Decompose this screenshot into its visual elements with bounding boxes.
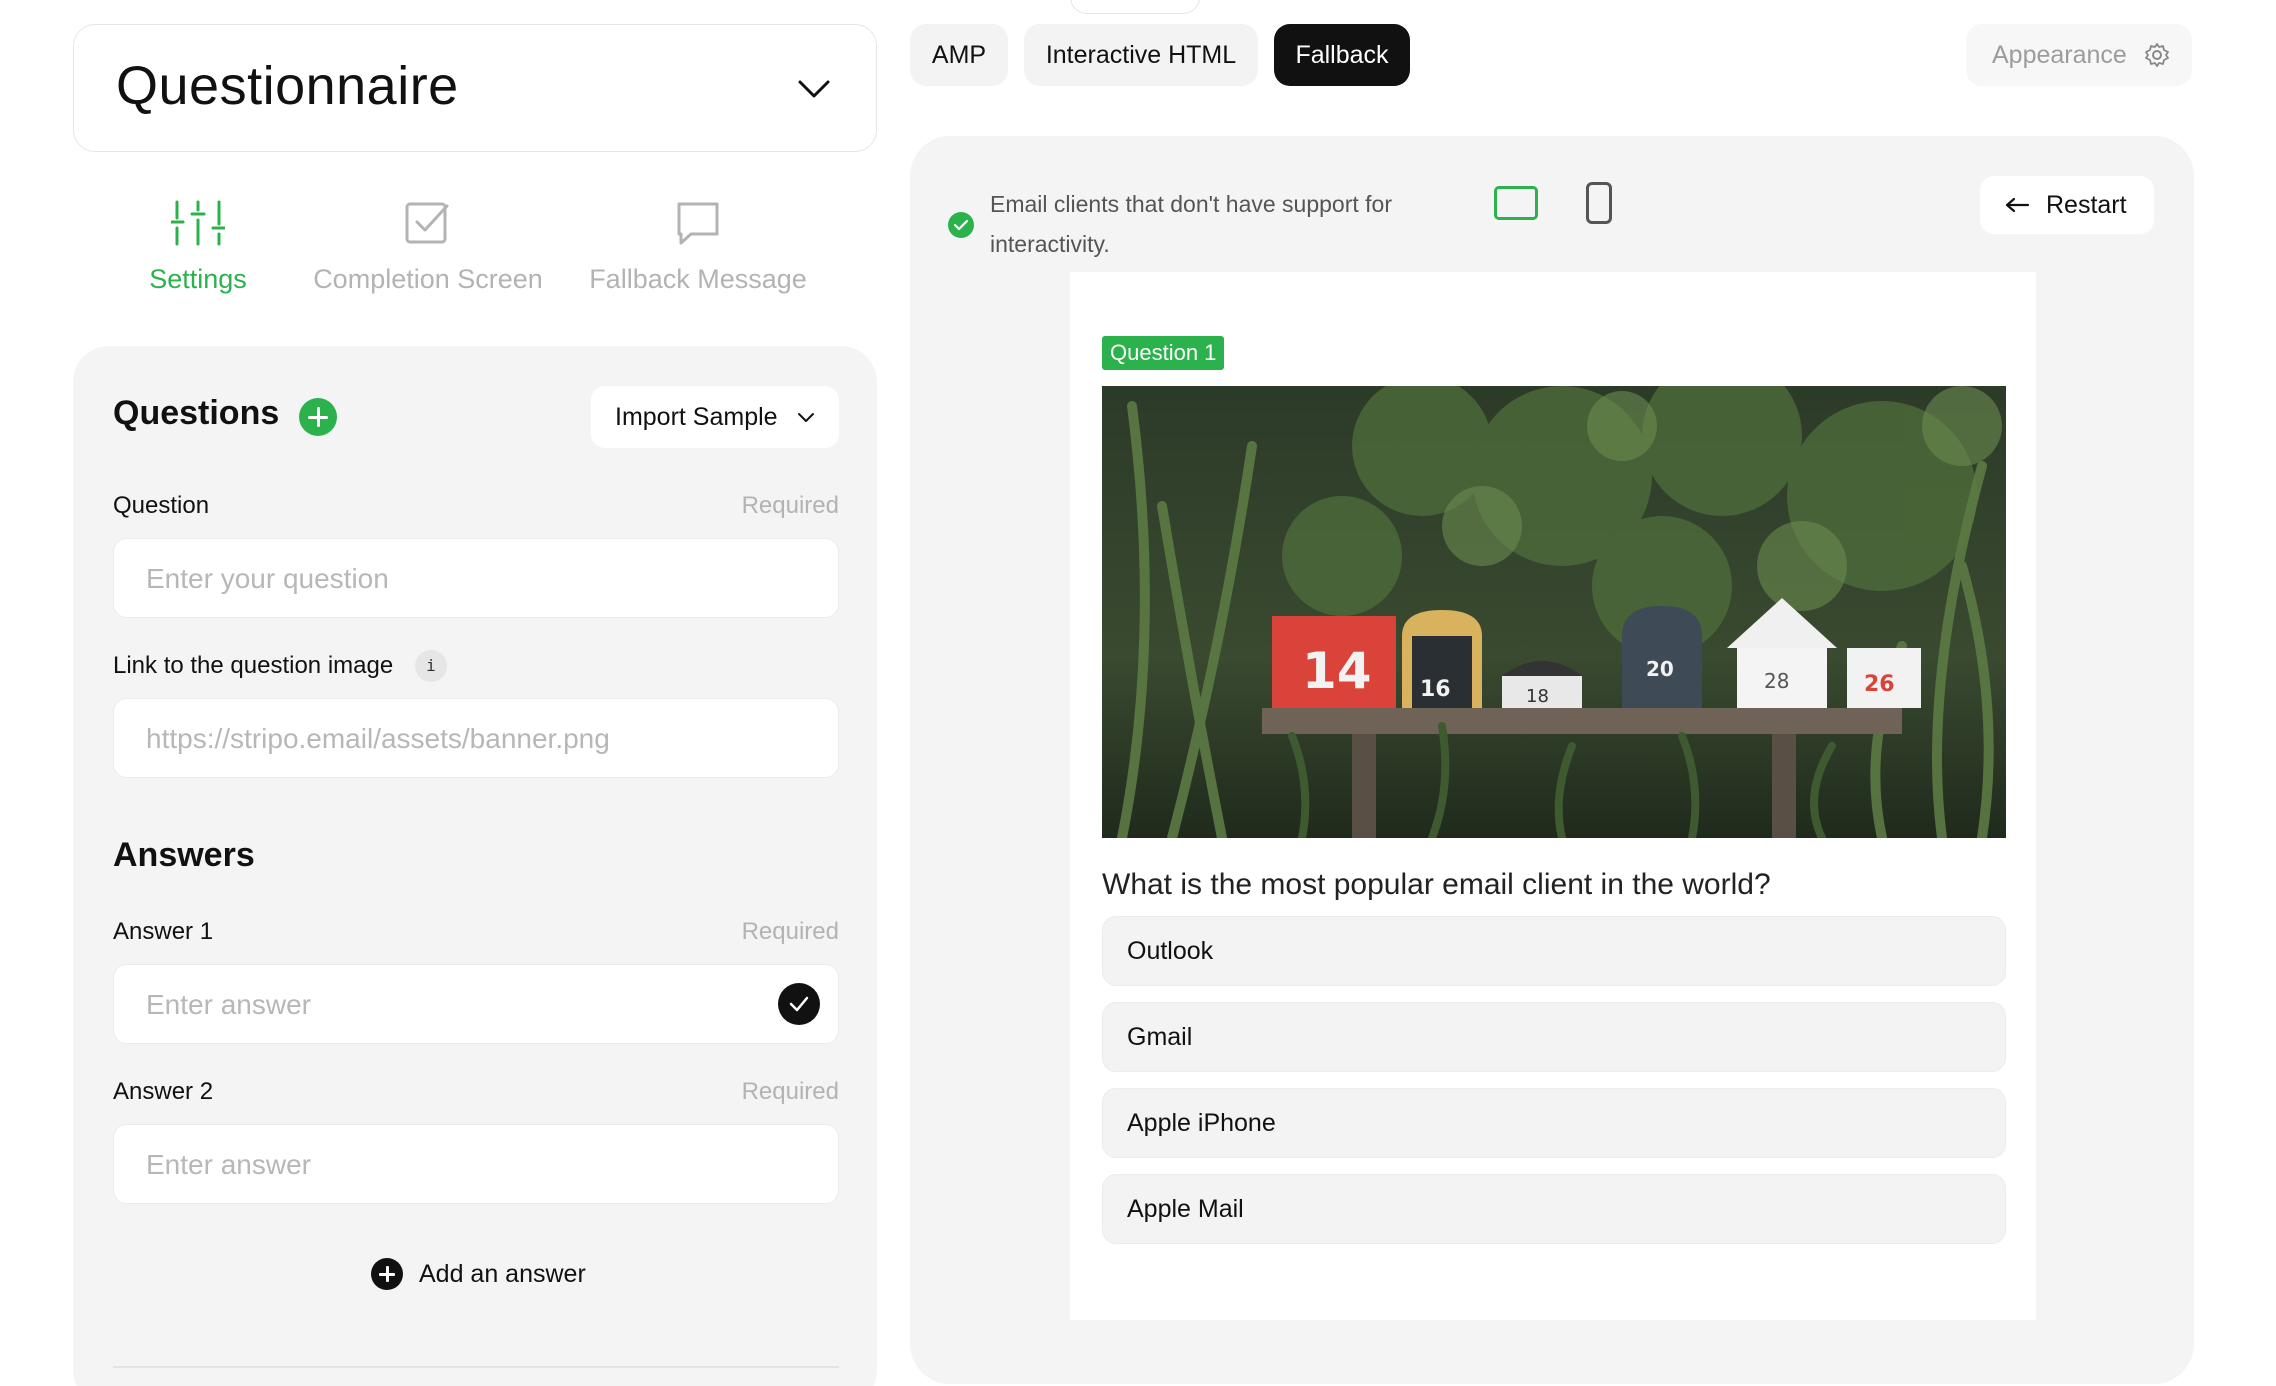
mailbox-number: 16 <box>1420 677 1451 702</box>
mailbox-number: 28 <box>1764 669 1789 693</box>
restart-label: Restart <box>2046 190 2127 219</box>
question-label: Question <box>113 492 210 519</box>
top-pill[interactable] <box>1070 0 1200 14</box>
answer-option[interactable]: Outlook <box>1102 916 2006 986</box>
question-placeholder: Enter your question <box>146 563 389 594</box>
answer-2-input[interactable]: Enter answer <box>113 1124 839 1204</box>
tab-settings-label: Settings <box>149 264 247 294</box>
sliders-icon <box>171 200 225 246</box>
info-icon[interactable]: i <box>415 650 447 682</box>
answer-option[interactable]: Apple Mail <box>1102 1174 2006 1244</box>
image-link-placeholder: https://stripo.email/assets/banner.png <box>146 723 610 754</box>
correct-answer-check-icon[interactable] <box>778 983 820 1025</box>
answer-option-label: Apple Mail <box>1127 1194 1244 1223</box>
appearance-label: Appearance <box>1992 40 2127 69</box>
arrow-left-icon <box>2005 197 2030 213</box>
mode-interactive-html-button[interactable]: Interactive HTML <box>1024 24 1258 86</box>
message-icon <box>677 202 719 245</box>
widget-title: Questionnaire <box>116 56 459 116</box>
tab-completion-label: Completion Screen <box>313 264 543 294</box>
answers-heading: Answers <box>113 836 255 874</box>
tab-completion-screen[interactable]: Completion Screen <box>303 196 553 295</box>
mailbox-number: 14 <box>1302 642 1372 700</box>
image-link-input[interactable]: https://stripo.email/assets/banner.png <box>113 698 839 778</box>
answer-2-required: Required <box>741 1078 839 1105</box>
image-link-label: Link to the question image <box>113 652 394 679</box>
chevron-down-icon <box>798 413 814 422</box>
answer-option-label: Outlook <box>1127 936 1214 965</box>
add-question-icon[interactable] <box>299 398 337 436</box>
mode-amp-label: AMP <box>931 40 987 69</box>
add-answer-button[interactable]: Add an answer <box>371 1258 586 1290</box>
settings-tabs: Settings Completion Screen Fallback Mess… <box>73 196 877 306</box>
tab-settings[interactable]: Settings <box>143 196 253 295</box>
question-required: Required <box>741 492 839 519</box>
answer-option[interactable]: Apple iPhone <box>1102 1088 2006 1158</box>
questions-heading: Questions <box>113 394 280 432</box>
plus-icon <box>371 1258 403 1290</box>
answer-1-required: Required <box>741 918 839 945</box>
widget-type-select[interactable]: Questionnaire <box>73 24 877 152</box>
answer-1-label: Answer 1 <box>113 918 214 945</box>
question-input[interactable]: Enter your question <box>113 538 839 618</box>
import-sample-button[interactable]: Import Sample <box>591 386 839 448</box>
chevron-down-icon <box>798 80 830 98</box>
mobile-view-icon[interactable] <box>1586 182 1612 224</box>
mode-interactive-html-label: Interactive HTML <box>1045 40 1237 69</box>
email-preview-card: Question 1 14 16 18 20 28 26 What is the… <box>1070 272 2036 1320</box>
checkbox-icon <box>405 202 449 244</box>
import-sample-label: Import Sample <box>615 402 778 431</box>
preview-panel: Email clients that don't have support fo… <box>910 136 2194 1384</box>
mode-fallback-label: Fallback <box>1295 40 1389 69</box>
add-answer-label: Add an answer <box>419 1259 586 1288</box>
mailbox-number: 18 <box>1526 686 1549 707</box>
divider <box>113 1366 839 1368</box>
preview-question-text: What is the most popular email client in… <box>1102 868 1771 901</box>
mailbox-number: 20 <box>1646 657 1674 681</box>
fallback-notice: Email clients that don't have support fo… <box>990 191 1392 257</box>
mode-amp-button[interactable]: AMP <box>910 24 1008 86</box>
answer-option[interactable]: Gmail <box>1102 1002 2006 1072</box>
tab-fallback-message[interactable]: Fallback Message <box>573 196 823 295</box>
check-circle-icon <box>948 212 974 238</box>
question-badge: Question 1 <box>1102 336 1225 370</box>
answer-option-label: Apple iPhone <box>1127 1108 1276 1137</box>
desktop-view-icon[interactable] <box>1494 186 1538 220</box>
answer-2-label: Answer 2 <box>113 1078 214 1105</box>
answer-option-label: Gmail <box>1127 1022 1193 1051</box>
questions-panel: Questions Import Sample Question Require… <box>73 346 877 1386</box>
answer-1-input[interactable]: Enter answer <box>113 964 839 1044</box>
gear-icon <box>2145 43 2169 67</box>
tab-fallback-label: Fallback Message <box>589 264 807 294</box>
answer-2-placeholder: Enter answer <box>146 1149 311 1180</box>
mode-fallback-button[interactable]: Fallback <box>1274 24 1410 86</box>
mailbox-number: 26 <box>1864 672 1895 697</box>
answer-1-placeholder: Enter answer <box>146 989 311 1020</box>
restart-button[interactable]: Restart <box>1980 176 2154 234</box>
question-image: 14 16 18 20 28 26 <box>1102 386 2006 838</box>
appearance-button[interactable]: Appearance <box>1966 24 2192 86</box>
